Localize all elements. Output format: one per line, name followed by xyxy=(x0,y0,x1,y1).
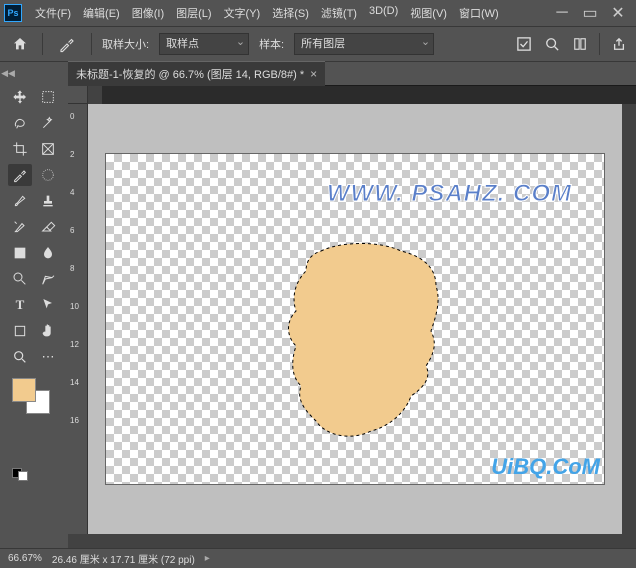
gradient-tool[interactable] xyxy=(8,242,32,264)
status-flyout-icon[interactable]: ▸ xyxy=(205,553,210,564)
document-tab[interactable]: 未标题-1-恢复的 @ 66.7% (图层 14, RGB/8#) * × xyxy=(68,61,325,86)
magic-wand-tool[interactable] xyxy=(36,112,60,134)
color-swatches xyxy=(0,374,68,424)
tab-close-icon[interactable]: × xyxy=(310,67,317,81)
crop-tool[interactable] xyxy=(8,138,32,160)
eraser-tool[interactable] xyxy=(36,216,60,238)
document-dimensions: 26.46 厘米 x 17.71 厘米 (72 ppi) xyxy=(52,551,195,566)
close-button[interactable]: ✕ xyxy=(604,2,632,24)
hand-tool[interactable] xyxy=(36,320,60,342)
canvas[interactable]: WWW. PSAHZ. COM UiBQ.CoM xyxy=(106,154,604,484)
titlebar: Ps 文件(F) 编辑(E) 图像(I) 图层(L) 文字(Y) 选择(S) 滤… xyxy=(0,0,636,26)
options-bar: 取样大小: 取样点 样本: 所有图层 xyxy=(0,26,636,62)
blur-tool[interactable] xyxy=(36,242,60,264)
separator xyxy=(42,33,43,55)
minimize-button[interactable]: ─ xyxy=(548,2,576,24)
document-area: 未标题-1-恢复的 @ 66.7% (图层 14, RGB/8#) * × 02… xyxy=(68,62,636,548)
scrollbar-corner xyxy=(88,86,102,104)
history-brush-tool[interactable] xyxy=(8,216,32,238)
window-controls: ─ ▭ ✕ xyxy=(548,2,632,24)
search-icon[interactable] xyxy=(543,35,561,53)
menu-file[interactable]: 文件(F) xyxy=(30,2,76,24)
sample-select[interactable]: 所有图层 xyxy=(294,33,434,55)
menu-type[interactable]: 文字(Y) xyxy=(219,2,266,24)
app-icon: Ps xyxy=(4,4,22,22)
move-tool[interactable] xyxy=(8,86,32,108)
collapse-tools-icon[interactable]: ◀◀ xyxy=(2,66,14,80)
pen-tool[interactable] xyxy=(36,268,60,290)
status-bar: 66.67% 26.46 厘米 x 17.71 厘米 (72 ppi) ▸ xyxy=(0,548,636,568)
eyedropper-tool[interactable] xyxy=(8,164,32,186)
frame-tool[interactable] xyxy=(36,138,60,160)
vertical-scrollbar[interactable] xyxy=(622,104,636,534)
ruler-vertical[interactable]: 0246810121416 xyxy=(68,104,88,534)
zoom-level[interactable]: 66.67% xyxy=(8,553,42,564)
sample-size-label: 取样大小: xyxy=(102,36,149,52)
ruler-corner xyxy=(68,86,88,104)
menu-image[interactable]: 图像(I) xyxy=(127,2,169,24)
menu-view[interactable]: 视图(V) xyxy=(405,2,452,24)
default-colors-icon[interactable] xyxy=(12,468,28,481)
sample-label: 样本: xyxy=(259,36,284,52)
path-select-tool[interactable] xyxy=(36,294,60,316)
dodge-tool[interactable] xyxy=(8,268,32,290)
type-tool[interactable]: T xyxy=(8,294,32,316)
workspace: ◀◀ T ⋯ xyxy=(0,62,636,548)
document-tabs: 未标题-1-恢复的 @ 66.7% (图层 14, RGB/8#) * × xyxy=(68,62,636,86)
healing-tool[interactable] xyxy=(36,164,60,186)
marquee-tool[interactable] xyxy=(36,86,60,108)
lasso-tool[interactable] xyxy=(8,112,32,134)
share-icon[interactable] xyxy=(610,35,628,53)
menu-edit[interactable]: 编辑(E) xyxy=(78,2,125,24)
separator xyxy=(599,33,600,55)
watermark-brand: UiBQ.CoM xyxy=(491,454,600,480)
brush-tool[interactable] xyxy=(8,190,32,212)
tab-title: 未标题-1-恢复的 @ 66.7% (图层 14, RGB/8#) * xyxy=(76,66,304,82)
horizontal-scrollbar[interactable] xyxy=(68,534,636,548)
tool-panel: ◀◀ T ⋯ xyxy=(0,62,68,548)
selection-shape xyxy=(261,236,461,446)
menu-window[interactable]: 窗口(W) xyxy=(454,2,504,24)
maximize-button[interactable]: ▭ xyxy=(576,2,604,24)
panel-icon[interactable] xyxy=(571,35,589,53)
foreground-color-swatch[interactable] xyxy=(12,378,36,402)
menu-layer[interactable]: 图层(L) xyxy=(171,2,216,24)
home-button[interactable] xyxy=(8,32,32,56)
sample-size-select[interactable]: 取样点 xyxy=(159,33,249,55)
canvas-viewport[interactable]: WWW. PSAHZ. COM UiBQ.CoM xyxy=(88,104,622,534)
menu-select[interactable]: 选择(S) xyxy=(267,2,314,24)
show-sampling-ring-checkbox[interactable] xyxy=(515,35,533,53)
menu-3d[interactable]: 3D(D) xyxy=(364,2,403,24)
shape-tool[interactable] xyxy=(8,320,32,342)
tool-preset-icon[interactable] xyxy=(53,30,81,58)
watermark-text: WWW. PSAHZ. COM xyxy=(327,180,572,208)
main-menu: 文件(F) 编辑(E) 图像(I) 图层(L) 文字(Y) 选择(S) 滤镜(T… xyxy=(30,2,548,24)
separator xyxy=(91,33,92,55)
zoom-tool[interactable] xyxy=(8,346,32,368)
stamp-tool[interactable] xyxy=(36,190,60,212)
edit-toolbar-icon[interactable]: ⋯ xyxy=(36,346,60,368)
menu-filter[interactable]: 滤镜(T) xyxy=(316,2,362,24)
